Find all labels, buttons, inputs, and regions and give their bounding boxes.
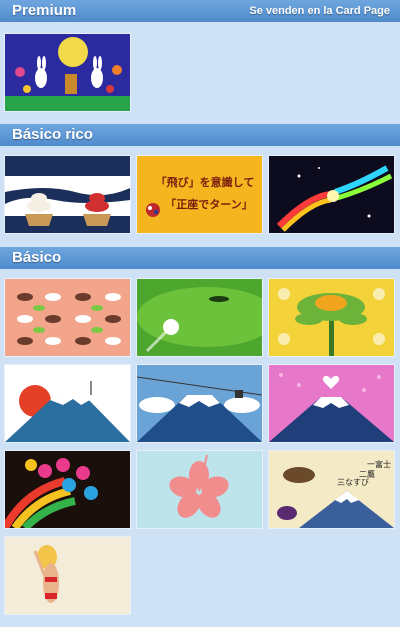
card-hibiscus[interactable]: [136, 450, 263, 529]
card-sunflower[interactable]: [268, 278, 395, 357]
card-rabbit-pattern[interactable]: [4, 278, 131, 357]
premium-header: Premium Se venden en la Card Page: [0, 0, 400, 22]
card-fuji-hawk-eggplant[interactable]: 一富士 二鷹 三なすび: [268, 450, 395, 529]
fuji-line-1: 一富士: [367, 459, 391, 469]
card-golf-green[interactable]: [136, 278, 263, 357]
tobi-text-2: 「正座でターン」: [165, 197, 252, 211]
basico-title: Básico: [12, 249, 62, 266]
tobi-text-1: 「飛び」を意識して: [156, 175, 255, 189]
card-kagami-mochi[interactable]: [4, 155, 131, 234]
premium-title: Premium: [12, 2, 77, 19]
card-moon-rabbits[interactable]: [4, 33, 131, 112]
card-fuji-hearts[interactable]: [268, 364, 395, 443]
basico-header: Básico: [0, 247, 400, 269]
fuji-line-3: 三なすび: [337, 478, 369, 487]
card-fuji-ropeway[interactable]: [136, 364, 263, 443]
rico-title: Básico rico: [12, 126, 93, 143]
card-festival-drums[interactable]: [4, 450, 131, 529]
card-tobi-seiza[interactable]: 「飛び」を意識して 「正座でターン」: [136, 155, 263, 234]
card-rainbow-hands[interactable]: [268, 155, 395, 234]
card-page-link[interactable]: Se venden en la Card Page: [249, 0, 390, 22]
rico-header: Básico rico: [0, 124, 400, 146]
card-fuji-sunrise[interactable]: [4, 364, 131, 443]
card-bikini-girl[interactable]: [4, 536, 131, 615]
